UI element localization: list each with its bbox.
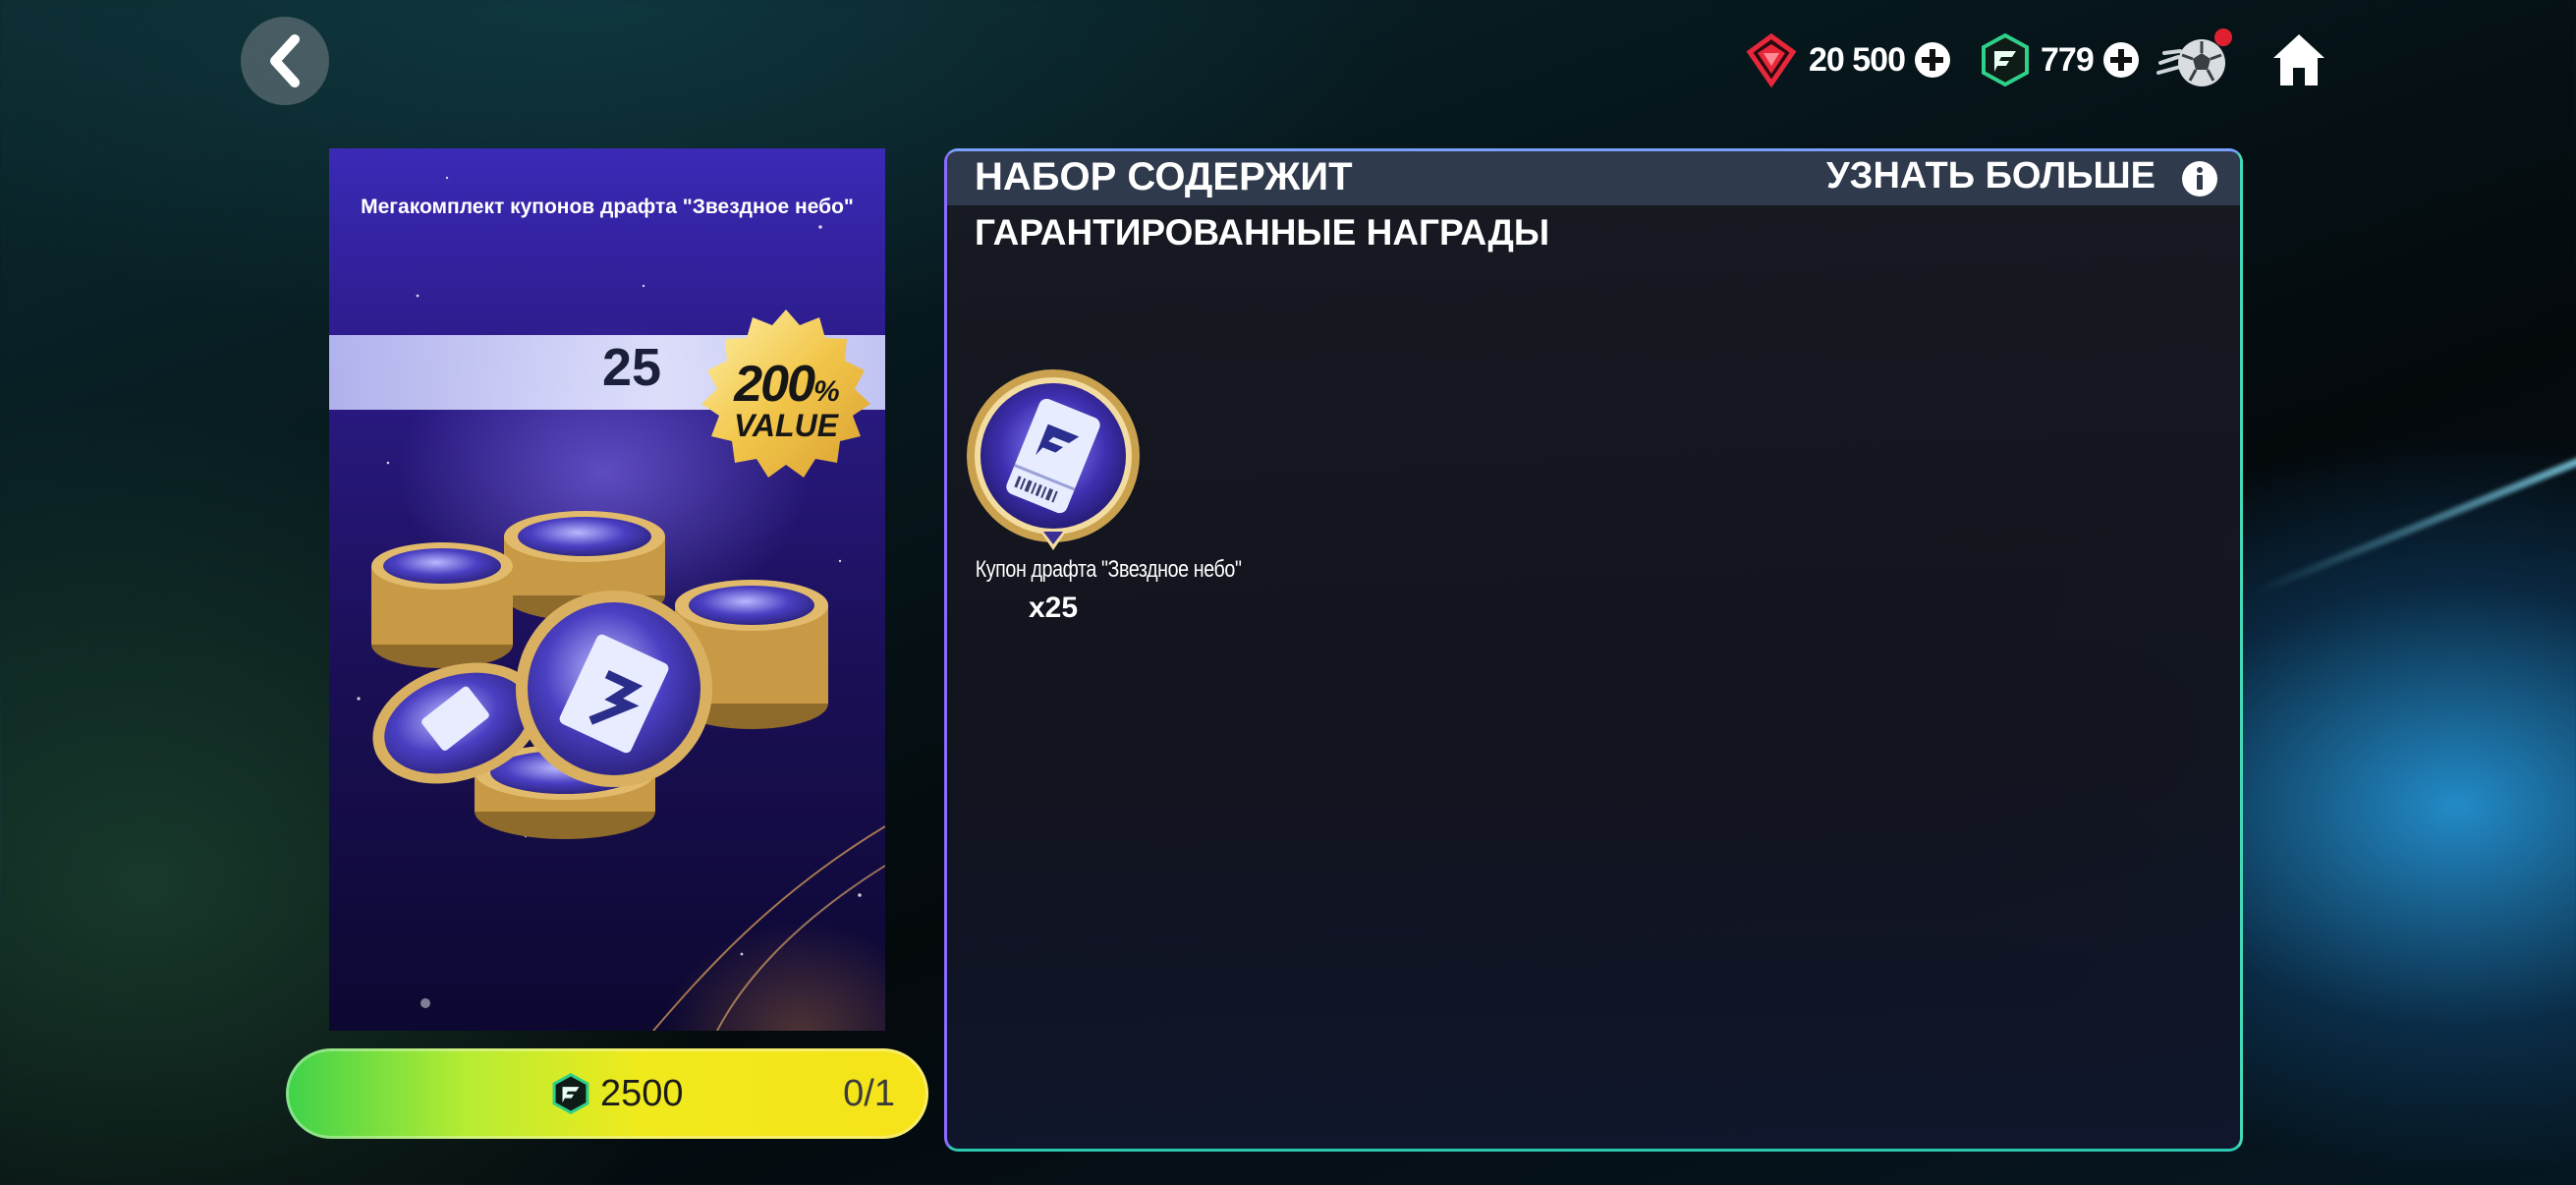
home-icon [2273,34,2324,85]
panel-title: НАБОР СОДЕРЖИТ [975,155,1353,198]
purchase-price: 2500 [551,1048,684,1139]
home-button[interactable] [2269,28,2328,92]
reward-item[interactable]: Купон драфта "Звездное небо" x25 [967,367,1242,624]
pack-contents-panel: НАБОР СОДЕРЖИТ УЗНАТЬ БОЛЬШЕ ГАРАНТИРОВА… [944,148,2243,1152]
info-icon[interactable] [2181,160,2218,198]
reward-name: Купон драфта "Звездное небо" [975,556,1242,583]
purchase-button[interactable]: 2500 0/1 [286,1048,928,1139]
gems-value: 20 500 [1809,40,1906,79]
add-gems-icon[interactable] [1913,40,1952,80]
purchase-limit: 0/1 [843,1072,895,1114]
back-button[interactable] [241,17,329,105]
background-light-streak [2253,433,2576,596]
pack-card[interactable]: Мегакомплект купонов драфта "Звездное не… [329,148,885,1031]
guaranteed-rewards-heading: ГАРАНТИРОВАННЫЕ НАГРАДЫ [975,212,1550,253]
fc-points-icon [552,1073,589,1114]
add-points-icon[interactable] [2101,40,2141,80]
reward-quantity: x25 [1028,592,1079,624]
points-balance: 779 [1980,28,2141,92]
badge-value: VALUE [733,408,839,443]
pack-title: Мегакомплект купонов драфта "Звездное не… [361,196,854,218]
points-value: 779 [2041,40,2095,79]
price-value: 2500 [600,1072,684,1114]
badge-percent: 200% [734,356,839,413]
gems-balance: 20 500 [1744,28,1952,92]
matches-button[interactable] [2156,28,2235,92]
soccer-ball-icon [2156,28,2232,86]
draft-voucher-icon [967,369,1140,550]
chevron-left-icon [270,34,300,87]
panel-header: НАБОР СОДЕРЖИТ УЗНАТЬ БОЛЬШЕ [947,151,2240,205]
value-badge: 200% VALUE [698,308,874,489]
red-gem-icon [1746,32,1797,87]
pack-count: 25 [601,338,662,397]
voucher-coins-stack-image [371,511,828,839]
learn-more-button[interactable]: УЗНАТЬ БОЛЬШЕ [1826,155,2156,198]
fc-points-icon [1982,32,2029,87]
